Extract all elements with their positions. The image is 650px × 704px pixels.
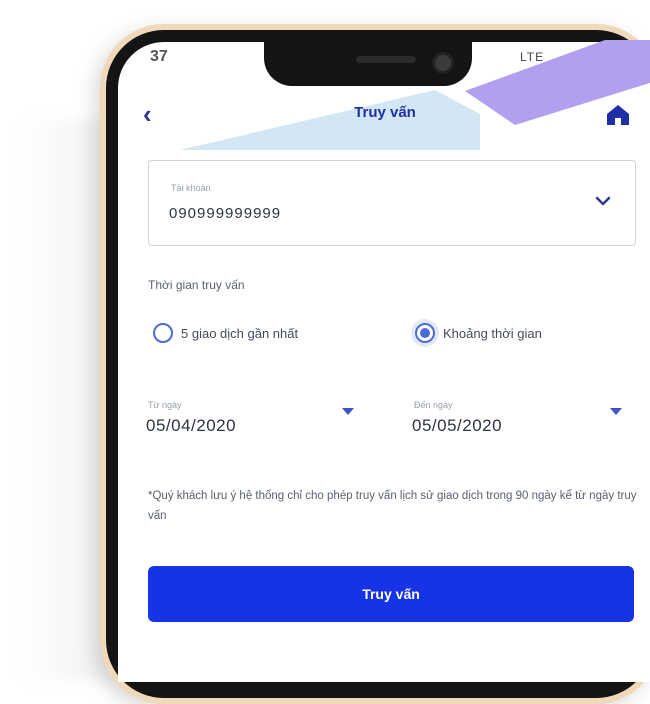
radio-label: 5 giao dịch gần nhất [181,325,299,341]
to-date-label: Đến ngày [414,400,453,410]
account-value: 090999999999 [169,205,282,222]
radio-option-time-range[interactable]: Khoảng thời gian [415,320,542,346]
home-icon[interactable] [606,104,630,126]
radio-button-checked[interactable] [415,323,435,343]
status-indicators: LTE [520,50,545,64]
from-date-dropdown-icon[interactable] [342,408,354,415]
account-select[interactable]: Tài khoản 090999999999 [148,160,636,246]
radio-button[interactable] [153,323,173,343]
radio-label: Khoảng thời gian [443,325,542,341]
chevron-left-icon[interactable]: ‹ [143,100,163,128]
chevron-down-icon[interactable] [593,191,613,211]
page-title: Truy vấn [354,104,416,121]
query-submit-button[interactable]: Truy vấn [148,566,634,622]
to-date-dropdown-icon[interactable] [610,408,622,415]
to-date-value[interactable]: 05/05/2020 [412,416,502,436]
camera-icon [432,52,454,74]
account-label: Tài khoản [171,183,211,193]
from-date-value[interactable]: 05/04/2020 [146,416,236,436]
notice-text: *Quý khách lưu ý hệ thống chỉ cho phép t… [148,490,637,522]
status-time: 37 [150,48,168,65]
from-date-label: Từ ngày [148,400,182,410]
query-time-label: Thời gian truy vấn [148,278,245,292]
speaker-grille [356,56,416,63]
radio-option-last-5[interactable]: 5 giao dịch gần nhất [153,320,298,346]
